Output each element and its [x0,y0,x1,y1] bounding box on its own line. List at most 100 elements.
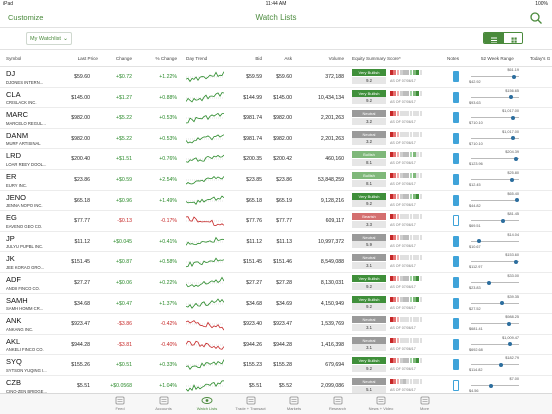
equity-rating-badge[interactable]: Neutral [352,336,386,344]
tab-eye[interactable]: Watch Lists [185,396,229,414]
row-pct-change: +0.53% [159,115,177,122]
range-track [471,343,519,345]
score-segment [390,296,393,302]
equity-rating-badge[interactable]: Very Bullish [352,69,386,76]
col-today[interactable]: Today's G [530,56,550,61]
row-ask: $944.28 [273,341,292,348]
notes-icon[interactable] [453,91,459,103]
equity-rating-badge[interactable]: Very Bullish [352,357,386,365]
col-equity-score[interactable]: Equity Summary Score* [352,56,401,61]
equity-rating-badge[interactable]: Bullish [352,172,386,179]
equity-rating-badge[interactable]: Very Bullish [352,295,386,303]
notes-icon[interactable] [453,380,459,391]
notes-icon[interactable] [453,338,459,350]
table-row[interactable]: AKL ANKELI FINCO CO. $944.28 -$3.81 -0.40% $9… [0,335,552,356]
range-low: $44.82 [469,203,481,208]
table-row[interactable]: JK JEE KORAO GRO... $151.45 +$0.87 +0.58% $15… [0,252,552,273]
equity-rating-badge[interactable]: Very Bullish [352,275,386,282]
table-row[interactable]: ADF ANDII FINCO CO. $27.27 +$0.06 +0.22% $27.… [0,273,552,294]
notes-icon[interactable] [453,277,459,288]
row-last-price: $155.26 [71,362,90,369]
tab-more[interactable]: More [403,396,447,414]
search-icon[interactable] [529,11,543,25]
score-segment [403,90,406,96]
score-segment [390,337,393,343]
list-view-button[interactable] [484,33,504,43]
table-row[interactable]: SYQ SYTSON YUQING I... $155.26 +$0.51 +0.33%… [0,355,552,376]
col-52-week-range[interactable]: 52 Week Range [481,56,514,61]
equity-rating-badge[interactable]: Very Bullish [352,89,386,97]
table-row[interactable]: DJ DJONES INTERN... $59.60 +$0.72 +1.22% $59.… [0,67,552,88]
notes-icon[interactable] [453,297,459,309]
col-symbol[interactable]: Symbol [6,56,21,61]
tab-news[interactable]: News + Video [359,396,403,414]
notes-icon[interactable] [453,256,459,268]
notes-icon[interactable] [453,112,459,124]
equity-rating-badge[interactable]: Neutral [352,378,386,385]
equity-rating-badge[interactable]: Bullish [352,151,386,159]
table-row[interactable]: CLA CRISLACK INC. $145.00 +$1.27 +0.88% $144.… [0,88,552,109]
equity-rating-badge[interactable]: Neutral [352,130,386,138]
tab-trade[interactable]: Trade + Transact [229,396,273,414]
score-segment [416,173,419,178]
table-row[interactable]: ANK ANKANG INC. $923.47 -$3.86 -0.42% $923.40… [0,314,552,335]
score-segment [412,193,416,199]
score-meter [390,379,423,384]
notes-icon[interactable] [453,215,459,227]
score-segment [403,131,406,137]
row-last-price: $34.68 [74,300,90,307]
row-symbol: CZB [6,378,21,387]
equity-rating-badge[interactable]: Neutral [352,316,386,324]
score-segment [412,152,416,158]
score-segment [390,358,393,364]
notes-icon[interactable] [453,132,459,144]
table-row[interactable]: DANM MURF ARTISINAL $982.00 +$5.22 +0.53% $98… [0,129,552,150]
notes-icon[interactable] [453,235,459,247]
table-row[interactable]: EG EAVENO GEO CO. $77.77 -$0.13 -0.17% $77.76… [0,211,552,232]
table-row[interactable]: ER EURY INC. $23.86 +$0.59 +2.54% $23.85 $23.8… [0,170,552,191]
col-last-price[interactable]: Last Price [78,56,98,61]
52-week-range: $25.80 $12.45 [467,170,521,190]
notes-icon[interactable] [453,71,459,82]
col-ask[interactable]: Ask [284,56,292,61]
table-row[interactable]: MARC MARCELO REGUL... $982.00 +$5.22 +0.53% $… [0,108,552,129]
score-segment [409,337,413,343]
tab-feed[interactable]: Feed [98,396,142,414]
equity-score-value: 3.2 [352,138,386,146]
notes-icon[interactable] [453,359,459,371]
range-low: $114.82 [469,368,483,373]
equity-rating-badge[interactable]: Neutral [352,110,386,118]
row-volume: 372,188 [325,74,344,80]
notes-icon[interactable] [453,153,459,165]
notes-icon[interactable] [453,174,459,185]
tab-accounts[interactable]: Accounts [142,396,186,414]
equity-rating-badge[interactable]: Very Bullish [352,192,386,200]
col-volume[interactable]: Volume [329,56,344,61]
watchlist-dropdown[interactable]: My Watchlist ⌄ [26,32,72,45]
row-company-name: JEE KORAO GRO... [6,264,45,270]
tab-research[interactable]: Research [316,396,360,414]
range-high: $1,017.00 [502,109,519,114]
score-segment [419,111,423,117]
equity-rating-badge[interactable]: Neutral [352,254,386,262]
col-day-trend[interactable]: Day Trend [186,56,207,61]
tab-markets[interactable]: Markets [272,396,316,414]
52-week-range: $33.00 $23.83 [467,273,521,293]
table-row[interactable]: SAMH SAMH HOMM CR... $34.68 +$0.47 +1.37% $34… [0,294,552,315]
row-pct-change: +0.22% [159,280,177,286]
table-row[interactable]: JP JULYU PUPBL INC. $11.12 +$0.045 +0.41% $11… [0,232,552,253]
grid-view-button[interactable] [504,33,522,43]
notes-icon[interactable] [453,318,459,330]
row-volume: 53,848,259 [318,177,344,183]
table-row[interactable]: LRD LOAR REEY DOOL... $200.40 +$1.51 +0.76% $… [0,149,552,170]
notes-icon[interactable] [453,194,459,206]
table-row[interactable]: JENO JENNA NOPO INC. $65.18 +$0.96 +1.49% $65… [0,191,552,212]
col-change[interactable]: Change [116,56,132,61]
col-bid[interactable]: Bid [255,56,262,61]
equity-rating-badge[interactable]: Neutral [352,233,386,241]
col-notes[interactable]: Notes [447,56,459,61]
equity-rating-badge[interactable]: Bearish [352,213,386,221]
range-high: $7.00 [509,377,519,381]
day-trend-sparkline [186,276,224,288]
col-pct-change[interactable]: % Change [156,56,177,61]
